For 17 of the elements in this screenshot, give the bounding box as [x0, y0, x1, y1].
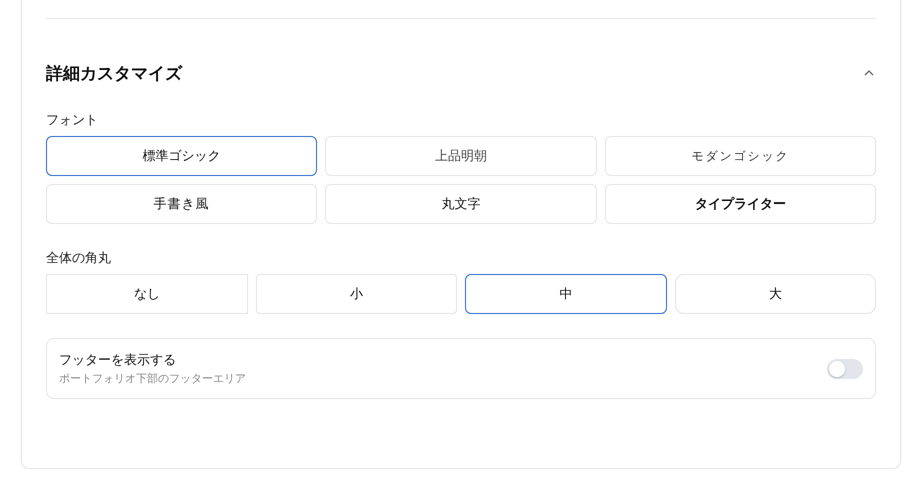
font-option[interactable]: 丸文字	[325, 184, 597, 224]
radius-option[interactable]: なし	[46, 274, 248, 314]
field-label: フォント	[46, 112, 99, 127]
chevron-up-icon	[863, 69, 875, 77]
font-option[interactable]: 手書き風	[46, 184, 318, 224]
section-title: 詳細カスタマイズ	[46, 62, 182, 84]
font-option[interactable]: 上品明朝	[325, 136, 597, 176]
setting-title: フッターを表示する	[59, 352, 177, 369]
field-label: 全体の角丸	[46, 250, 112, 265]
font-option[interactable]: モダンゴシック	[604, 136, 876, 176]
setting-description: ポートフォリオ下部のフッターエリア	[59, 371, 246, 386]
radius-option[interactable]: 中	[465, 274, 666, 314]
toggle-switch[interactable]	[827, 358, 863, 378]
font-option[interactable]: 標準ゴシック	[46, 136, 318, 176]
radius-option[interactable]: 大	[674, 274, 876, 314]
radius-option[interactable]: 小	[256, 274, 457, 314]
font-option[interactable]: タイプライター	[604, 184, 876, 224]
